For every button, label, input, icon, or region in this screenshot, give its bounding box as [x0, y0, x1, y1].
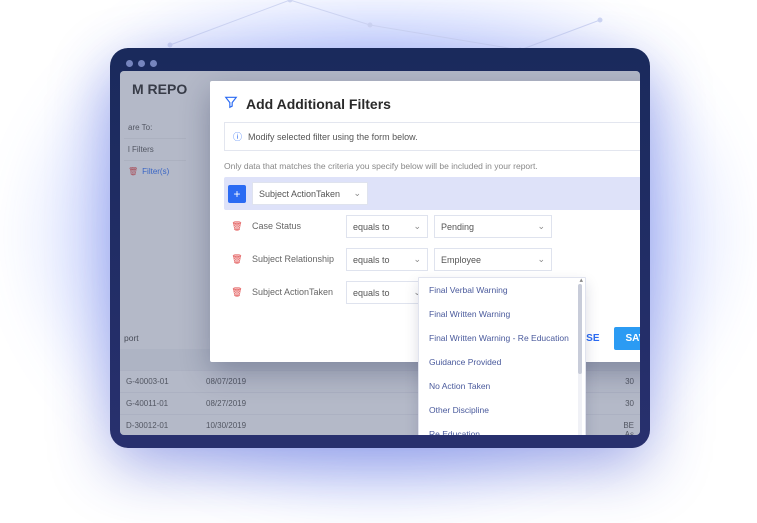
chevron-down-icon: ⌄ [413, 254, 421, 265]
operator-select[interactable]: equals to⌄ [346, 215, 428, 238]
app-window: M REPO are To: l Filters 🗑 Filter(s) por… [120, 71, 640, 435]
save-button[interactable]: SAVE [614, 327, 641, 350]
filter-row: 🗑 Subject Relationship equals to⌄ Employ… [224, 243, 640, 276]
chevron-down-icon: ⌄ [353, 188, 361, 199]
filter-row: 🗑 Case Status equals to⌄ Pending⌄ [224, 210, 640, 243]
funnel-icon [224, 95, 238, 112]
operator-select[interactable]: equals to⌄ [346, 248, 428, 271]
window-controls [120, 56, 640, 71]
chevron-down-icon: ⌄ [537, 221, 545, 232]
add-filter-button[interactable]: + [228, 185, 246, 203]
add-filter-row: + Subject ActionTaken ⌄ [224, 177, 640, 210]
dropdown-option[interactable]: Final Written Warning - Re Education [419, 326, 585, 350]
scroll-up-icon[interactable]: ▴ [579, 276, 583, 284]
remove-filter-button[interactable]: 🗑 [228, 284, 246, 302]
filter-field-label: Subject Relationship [252, 254, 340, 265]
info-icon: ⓘ [233, 130, 242, 143]
operator-select[interactable]: equals to⌄ [346, 281, 428, 304]
help-text: Only data that matches the criteria you … [224, 161, 640, 171]
remove-filter-button[interactable]: 🗑 [228, 251, 246, 269]
value-select[interactable]: Pending⌄ [434, 215, 552, 238]
value-dropdown[interactable]: ▴ Final Verbal Warning Final Written War… [418, 277, 586, 435]
dropdown-option[interactable]: Re Education [419, 422, 585, 435]
filter-field-label: Subject ActionTaken [252, 287, 340, 298]
dropdown-option[interactable]: Final Verbal Warning [419, 278, 585, 302]
modal-title: Add Additional Filters [224, 95, 640, 112]
device-frame: M REPO are To: l Filters 🗑 Filter(s) por… [110, 48, 650, 448]
dropdown-option[interactable]: Guidance Provided [419, 350, 585, 374]
dropdown-option[interactable]: Other Discipline [419, 398, 585, 422]
dropdown-option[interactable]: No Action Taken [419, 374, 585, 398]
filter-field-label: Case Status [252, 221, 340, 232]
info-bar: ⓘ Modify selected filter using the form … [224, 122, 640, 151]
chevron-down-icon: ⌄ [413, 221, 421, 232]
scrollbar-thumb[interactable] [578, 284, 582, 374]
dropdown-option[interactable]: Final Written Warning [419, 302, 585, 326]
remove-filter-button[interactable]: 🗑 [228, 218, 246, 236]
chevron-down-icon: ⌄ [537, 254, 545, 265]
add-field-select[interactable]: Subject ActionTaken ⌄ [252, 182, 368, 205]
value-select[interactable]: Employee⌄ [434, 248, 552, 271]
